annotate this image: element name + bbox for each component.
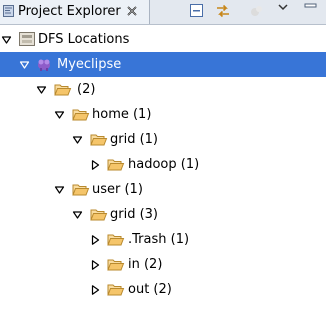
tree-item-label: (2) — [77, 82, 96, 97]
folder-icon — [107, 257, 125, 272]
folder-icon — [72, 182, 90, 197]
folder-icon — [107, 157, 125, 172]
tree-item-label: DFS Locations — [38, 32, 130, 47]
tree-row-root-folder[interactable]: (2) — [0, 77, 326, 102]
view-menu-icon[interactable] — [248, 2, 266, 20]
expand-arrow-icon[interactable] — [72, 135, 83, 145]
tree-row-user-grid[interactable]: grid (3) — [0, 202, 326, 227]
expand-arrow-icon[interactable] — [36, 85, 47, 95]
minimize-icon[interactable] — [302, 1, 320, 19]
tree-item-label: in (2) — [128, 257, 163, 272]
collapse-arrow-icon[interactable] — [90, 285, 101, 295]
expand-arrow-icon[interactable] — [54, 110, 65, 120]
tree-row-user[interactable]: user (1) — [0, 177, 326, 202]
tree-item-label: grid (3) — [110, 207, 159, 222]
tree-item-label: Myeclipse — [57, 57, 122, 72]
tree-item-label: hadoop (1) — [128, 157, 200, 172]
folder-icon — [90, 207, 108, 222]
tree-row-in[interactable]: in (2) — [0, 252, 326, 277]
view-tab-bar: Project Explorer — [0, 0, 326, 25]
folder-icon — [107, 232, 125, 247]
folder-icon — [72, 107, 90, 122]
project-explorer-icon — [3, 5, 14, 17]
expand-arrow-icon[interactable] — [72, 210, 83, 220]
tab-project-explorer[interactable]: Project Explorer — [0, 0, 150, 24]
expand-arrow-icon[interactable] — [54, 185, 65, 195]
tree-item-label: home (1) — [92, 107, 152, 122]
tree-row-hadoop[interactable]: hadoop (1) — [0, 152, 326, 177]
expand-arrow-icon[interactable] — [1, 35, 12, 45]
tree-item-label: grid (1) — [110, 132, 159, 147]
tab-label: Project Explorer — [18, 4, 121, 19]
collapse-all-icon[interactable] — [188, 2, 206, 20]
tree-row-myeclipse[interactable]: Myeclipse — [0, 52, 326, 77]
collapse-arrow-icon[interactable] — [90, 260, 101, 270]
collapse-arrow-icon[interactable] — [90, 235, 101, 245]
tree-item-label: .Trash (1) — [128, 232, 190, 247]
tree-row-dfs-locations[interactable]: DFS Locations — [0, 27, 326, 52]
folder-icon — [107, 282, 125, 297]
dfs-locations-icon — [19, 32, 37, 47]
tree-row-home[interactable]: home (1) — [0, 102, 326, 127]
project-explorer-tree: DFS Locations Myeclipse (2) home (1) gri… — [0, 25, 326, 310]
collapse-arrow-icon[interactable] — [90, 160, 101, 170]
tree-item-label: user (1) — [92, 182, 143, 197]
folder-icon — [54, 82, 72, 97]
link-with-editor-icon[interactable] — [214, 2, 232, 20]
close-x-icon[interactable] — [126, 5, 138, 17]
tree-row-trash[interactable]: .Trash (1) — [0, 227, 326, 252]
hadoop-location-icon — [36, 57, 54, 72]
tree-row-home-grid[interactable]: grid (1) — [0, 127, 326, 152]
folder-icon — [90, 132, 108, 147]
view-menu-chevron-icon[interactable] — [276, 1, 294, 19]
tree-row-out[interactable]: out (2) — [0, 277, 326, 302]
expand-arrow-icon[interactable] — [19, 60, 30, 70]
tree-item-label: out (2) — [128, 282, 172, 297]
